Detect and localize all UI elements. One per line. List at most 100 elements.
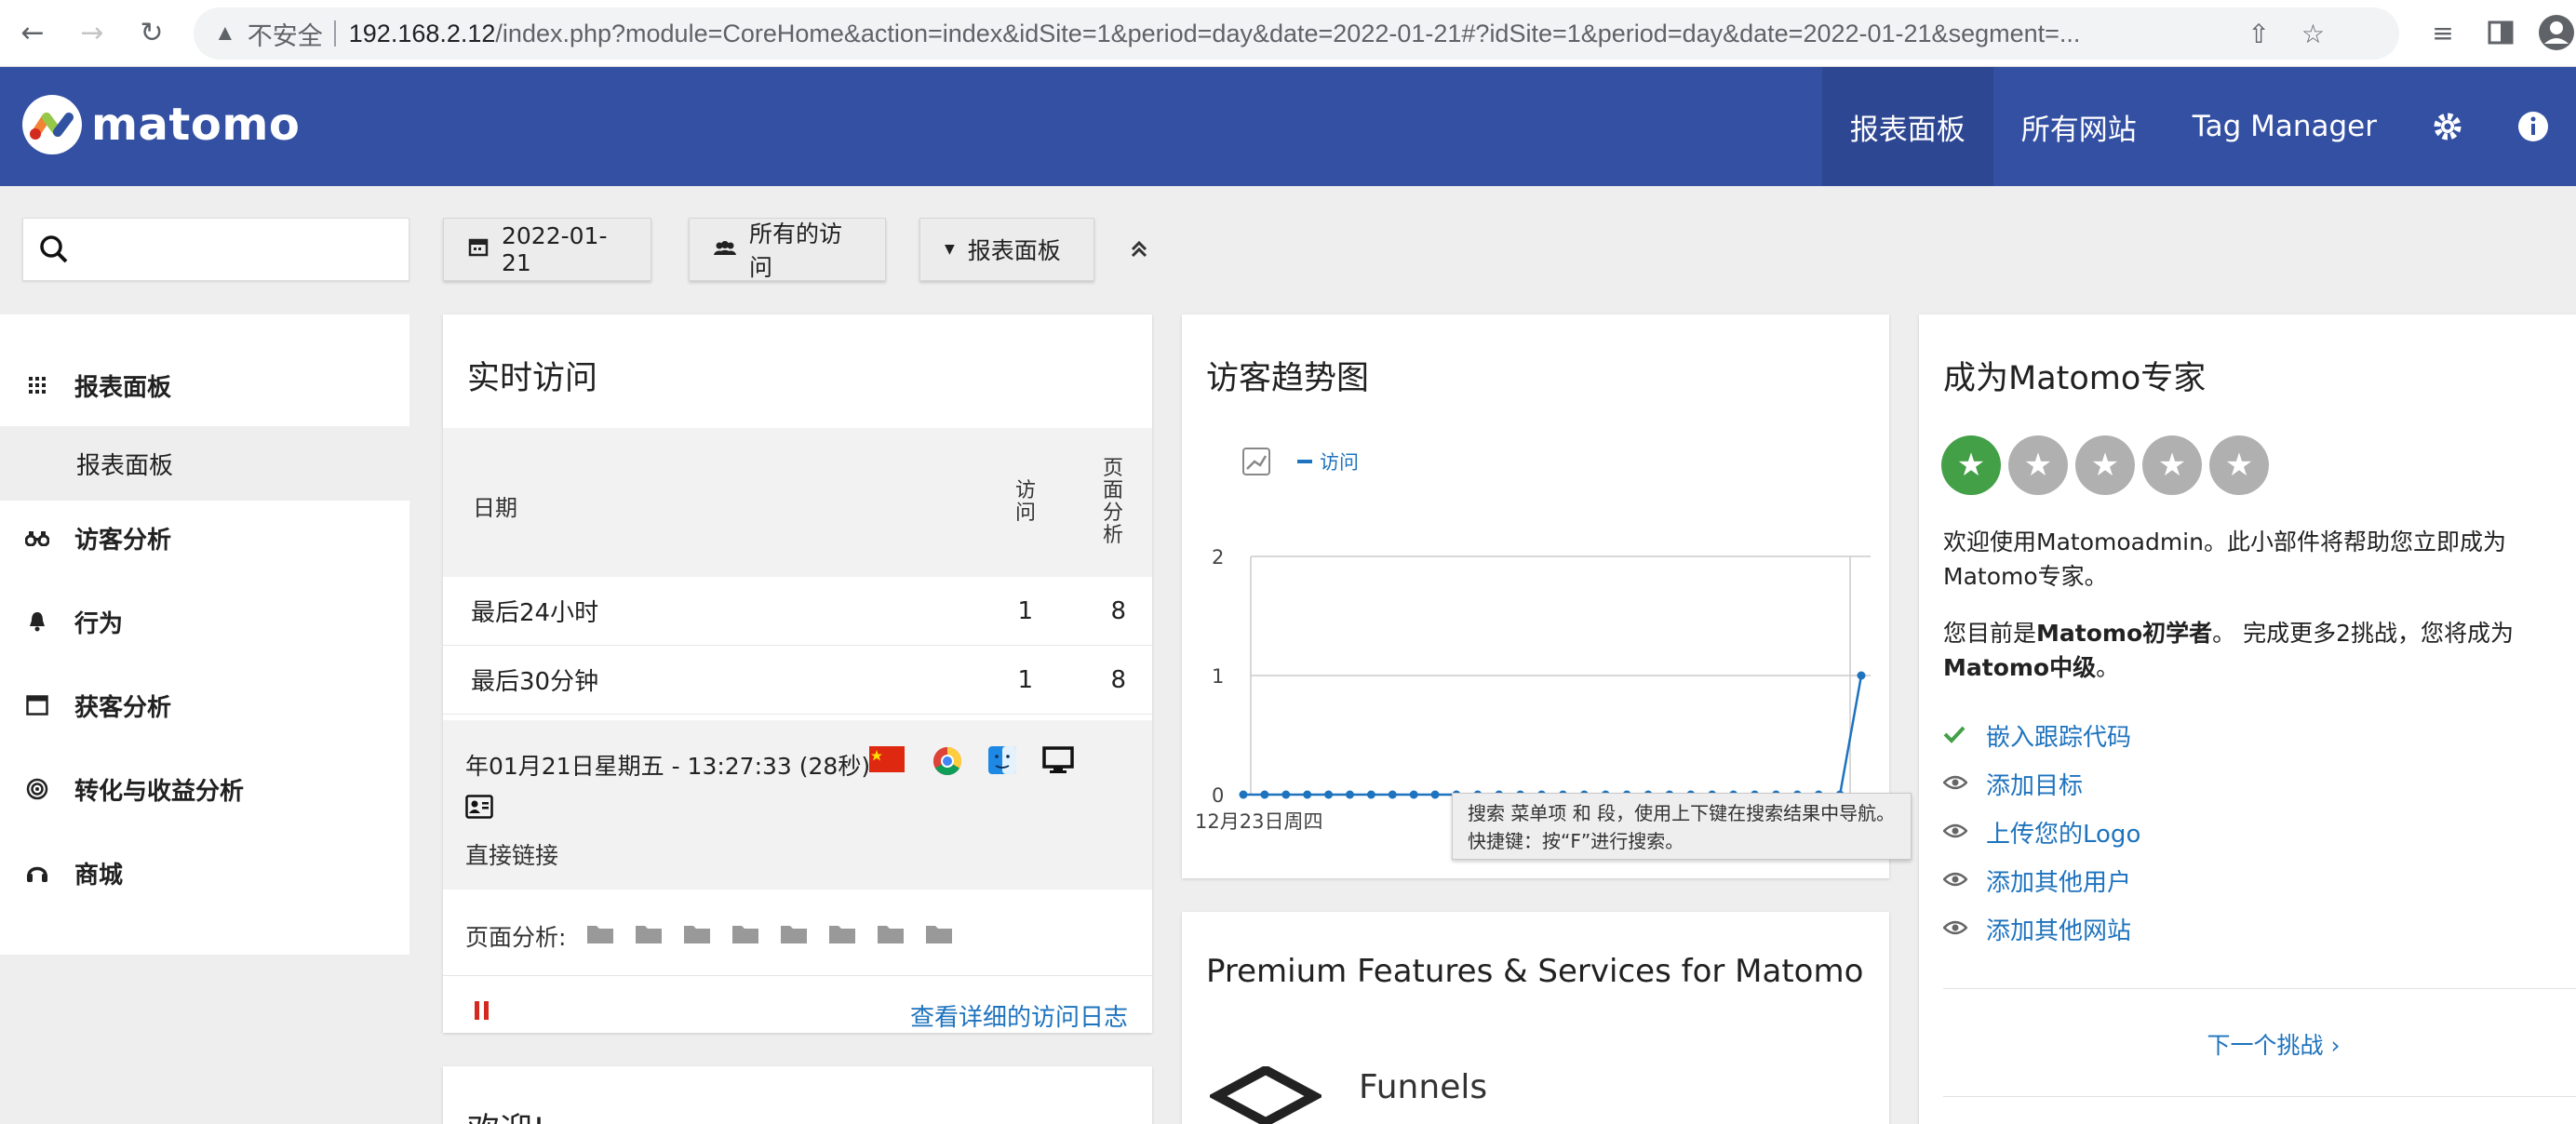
- challenge-label: 添加目标: [1986, 772, 2084, 800]
- back-icon[interactable]: ←: [13, 13, 52, 52]
- row-label: 最后30分钟: [471, 668, 599, 696]
- widget-premium-features: Premium Features & Services for Matomo F…: [1182, 912, 1889, 1124]
- visits-log-link[interactable]: 查看详细的访问日志: [910, 998, 1128, 1033]
- eye-icon: [1942, 917, 1986, 941]
- expert-status: 您目前是Matomo初学者。 完成更多2挑战，您将成为 Matomo中级。: [1943, 616, 2557, 685]
- sidebar-subitem-dashboard[interactable]: 报表面板: [0, 426, 409, 501]
- status-next-level: Matomo中级: [1943, 654, 2097, 681]
- divider: [1943, 988, 2576, 989]
- row-visits: 1: [1017, 596, 1033, 625]
- segment-selector-button[interactable]: 所有的访问: [689, 218, 886, 281]
- table-row: 最后24小时 1 8: [443, 577, 1152, 646]
- challenge-item[interactable]: 添加目标: [1942, 767, 2084, 801]
- widget-matomo-expert: 成为Matomo专家 ★ ★ ★ ★ ★ 欢迎使用Matomoadmin。此小部件将帮助…: [1919, 314, 2576, 1124]
- top-menu-tag-manager[interactable]: Tag Manager: [2165, 67, 2405, 186]
- widget-title: 欢迎!: [467, 1104, 545, 1124]
- headphones-icon: [0, 863, 74, 883]
- column-pageviews-char: 分: [1102, 502, 1123, 525]
- status-end: 。: [2096, 654, 2120, 681]
- sidebar-item-goals[interactable]: 转化与收益分析: [0, 752, 409, 826]
- sidebar-item-dashboard[interactable]: 报表面板: [0, 348, 409, 422]
- sidebar-item-behaviour[interactable]: 行为: [0, 584, 409, 659]
- browser-toolbar: ← → ↻ ▲ 不安全 192.168.2.12/index.php?modul…: [0, 0, 2576, 67]
- side-panel-icon[interactable]: [2481, 13, 2520, 52]
- pause-icon[interactable]: [473, 1000, 491, 1024]
- eye-icon: [1942, 869, 1986, 892]
- live-widget-footer: 查看详细的访问日志: [443, 975, 1152, 1033]
- pageview-folder-icon[interactable]: [683, 922, 711, 950]
- challenge-stars: ★ ★ ★ ★ ★: [1941, 435, 2269, 495]
- pageview-folder-icon[interactable]: [731, 922, 759, 950]
- bell-icon: [0, 611, 74, 632]
- sidebar-item-acquisition[interactable]: 获客分析: [0, 668, 409, 743]
- chrome-browser-icon: [932, 746, 962, 780]
- url-path: /index.php?module=CoreHome&action=index&…: [495, 19, 2081, 47]
- sidebar-item-label: 转化与收益分析: [74, 777, 245, 806]
- challenge-item[interactable]: 上传您的Logo: [1942, 815, 2140, 850]
- star-empty-icon: ★: [2008, 435, 2068, 495]
- table-row: 最后30分钟 1 8: [443, 646, 1152, 715]
- data-point: [1857, 671, 1866, 680]
- challenge-item[interactable]: 嵌入跟踪代码: [1943, 718, 2131, 753]
- top-menu-all-websites[interactable]: 所有网站: [1993, 67, 2165, 186]
- row-pageviews: 8: [1110, 665, 1126, 694]
- users-icon: [714, 238, 736, 261]
- eye-icon: [1942, 772, 1986, 796]
- premium-item-funnels[interactable]: Funnels: [1359, 1068, 1487, 1106]
- browser-window-icon: [0, 695, 74, 716]
- pageview-folder-icon[interactable]: [925, 922, 953, 950]
- pageview-folder-icon[interactable]: [586, 922, 614, 950]
- challenge-item[interactable]: 添加其他用户: [1942, 863, 2131, 898]
- insecure-label: 不安全: [247, 21, 323, 50]
- desktop-device-icon: [1042, 746, 1074, 778]
- pageview-folder-icon[interactable]: [828, 922, 856, 950]
- status-mid: 。 完成更多2挑战，您将成为: [2212, 620, 2514, 647]
- y-tick-label: 0: [1212, 784, 1224, 807]
- divider: [1943, 1096, 2576, 1097]
- sidebar-item-visitors[interactable]: 访客分析: [0, 501, 409, 575]
- search-shortcut-tooltip: 搜索 菜单项 和 段，使用上下键在搜索结果中导航。快捷键：按“F”进行搜索。: [1452, 793, 1912, 860]
- referrer-direct: 直接链接: [465, 842, 559, 869]
- dashboard-menu-button[interactable]: ▼ 报表面板: [919, 218, 1094, 281]
- visit-details[interactable]: 年01月21日星期五 - 13:27:33 (28秒) 直接链接: [443, 720, 1152, 890]
- share-icon[interactable]: ⇧: [2247, 19, 2269, 49]
- sidebar-item-ecommerce[interactable]: 商城: [0, 836, 409, 910]
- series-line: [1243, 675, 1863, 796]
- top-menu-dashboard[interactable]: 报表面板: [1821, 67, 1993, 186]
- sidebar-item-label: 报表面板: [74, 373, 172, 402]
- reading-list-icon[interactable]: ≡: [2423, 13, 2462, 52]
- chart-type-icon-line: [1246, 455, 1268, 470]
- data-point: [1388, 790, 1397, 799]
- profile-avatar-icon[interactable]: [2537, 13, 2576, 52]
- challenge-item[interactable]: 添加其他网站: [1942, 912, 2131, 946]
- data-point: [1409, 790, 1418, 799]
- eye-icon: [1942, 821, 1986, 844]
- date-picker-button[interactable]: 2022-01-21: [443, 218, 651, 281]
- sidebar-item-label: 报表面板: [76, 451, 174, 480]
- info-icon[interactable]: [2490, 67, 2576, 186]
- widget-title: 实时访问: [467, 360, 598, 397]
- x-tick-label: 12月23日周四: [1195, 810, 1322, 833]
- matomo-logo[interactable]: matomo: [22, 95, 300, 154]
- next-challenge-link[interactable]: 下一个挑战 ›: [1919, 1027, 2576, 1061]
- forward-icon[interactable]: →: [73, 13, 112, 52]
- legend-swatch: [1297, 460, 1312, 463]
- bookmark-star-icon[interactable]: ☆: [2301, 19, 2325, 49]
- pageview-folder-icon[interactable]: [635, 922, 663, 950]
- sidebar-item-label: 行为: [74, 609, 124, 638]
- settings-gear-icon[interactable]: [2405, 67, 2490, 186]
- menu-search-box[interactable]: [22, 218, 409, 281]
- row-pageviews: 8: [1110, 596, 1126, 625]
- visitor-profile-icon[interactable]: [465, 795, 493, 823]
- column-visits: 访问: [1007, 428, 1044, 577]
- legend-label: 访问: [1320, 451, 1359, 474]
- collapse-chevrons-up-icon[interactable]: [1122, 231, 1156, 268]
- pageview-folder-icon[interactable]: [780, 922, 808, 950]
- reload-icon[interactable]: ↻: [132, 13, 171, 52]
- funnel-icon: [1207, 1064, 1324, 1124]
- menu-search-input[interactable]: [83, 228, 399, 271]
- y-tick-label: 2: [1212, 546, 1224, 569]
- widget-welcome: 欢迎!: [443, 1066, 1152, 1124]
- address-bar[interactable]: ▲ 不安全 192.168.2.12/index.php?module=Core…: [194, 7, 2399, 60]
- pageview-folder-icon[interactable]: [877, 922, 905, 950]
